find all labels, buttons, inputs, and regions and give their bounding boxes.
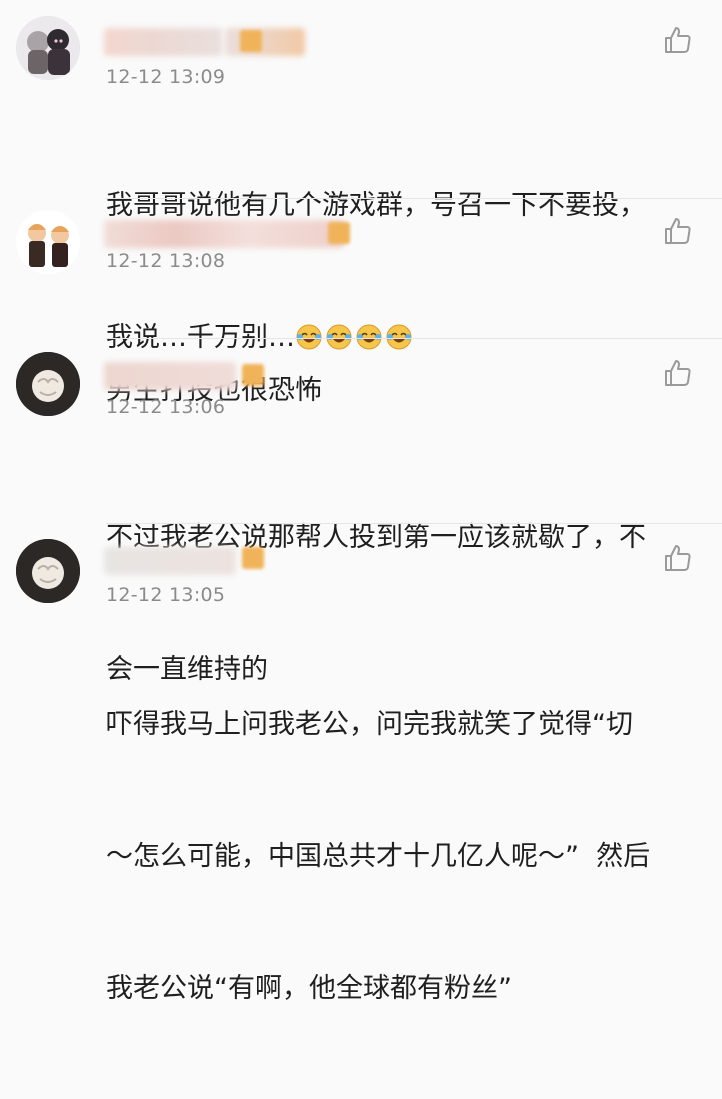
comment-item: 12-12 13:09 我哥哥说他有几个游戏群，号召一下不要投， 我说…千万别…: [0, 0, 722, 353]
username-blurred[interactable]: [104, 547, 236, 575]
avatar[interactable]: [16, 210, 80, 274]
comment-item: 12-12 13:05 吓得我马上问我老公，问完我就笑了觉得“切 ～怎么可能，中…: [0, 525, 722, 1004]
badge-icon: [242, 364, 264, 386]
thumbs-up-icon[interactable]: [662, 542, 694, 574]
thumbs-up-icon[interactable]: [662, 24, 694, 56]
divider: [106, 198, 722, 199]
avatar[interactable]: [16, 539, 80, 603]
timestamp: 12-12 13:09: [106, 66, 226, 88]
username-blurred: [225, 28, 305, 56]
comment-line: 吓得我马上问我老公，问完我就笑了觉得“切: [106, 709, 633, 740]
divider: [106, 523, 722, 524]
thumbs-up-icon[interactable]: [662, 357, 694, 389]
avatar[interactable]: [16, 352, 80, 416]
comment-item: 12-12 13:06 不过我老公说那帮人投到第一应该就歇了，不 会一直维持的: [0, 340, 722, 685]
badge-icon: [242, 547, 264, 569]
comment-line: ～怎么可能，中国总共才十几亿人呢～” 然后: [106, 841, 651, 872]
timestamp: 12-12 13:06: [106, 396, 226, 418]
timestamp: 12-12 13:05: [106, 584, 226, 606]
timestamp: 12-12 13:08: [106, 250, 226, 272]
badge-icon: [328, 222, 350, 244]
badge-icon: [240, 30, 262, 52]
avatar[interactable]: [16, 16, 80, 80]
comment-item: 12-12 13:08 男生打投也很恐怖: [0, 200, 722, 406]
thumbs-up-icon[interactable]: [662, 215, 694, 247]
username-blurred[interactable]: [104, 362, 236, 390]
comment-text: 吓得我马上问我老公，问完我就笑了觉得“切 ～怎么可能，中国总共才十几亿人呢～” …: [106, 615, 696, 1099]
divider: [106, 338, 722, 339]
username-blurred[interactable]: [104, 28, 222, 56]
username-blurred[interactable]: [104, 220, 344, 248]
comment-line: 我老公说“有啊，他全球都有粉丝”: [106, 973, 512, 1004]
